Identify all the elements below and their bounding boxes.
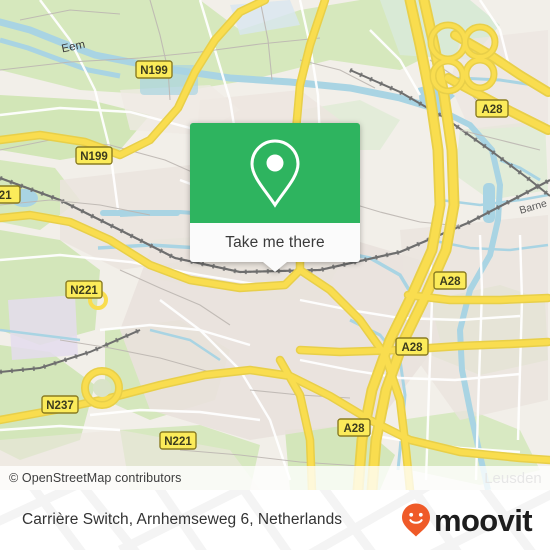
footer-bar: Carrière Switch, Arnhemseweg 6, Netherla…	[0, 490, 550, 550]
moovit-logo[interactable]: moovit	[400, 490, 533, 550]
road-shield-n221-edge: 221	[0, 185, 21, 204]
svg-text:N199: N199	[140, 65, 168, 77]
svg-text:N237: N237	[46, 400, 74, 412]
svg-text:N199: N199	[80, 151, 108, 163]
map-pin-icon	[250, 139, 300, 208]
svg-text:N221: N221	[70, 285, 98, 297]
attribution-text: © OpenStreetMap contributors	[9, 471, 182, 485]
svg-text:A28: A28	[481, 104, 503, 116]
road-shield-a28-mid: A28	[433, 271, 467, 290]
road-shield-n237: N237	[41, 395, 79, 414]
svg-text:A28: A28	[343, 423, 365, 435]
map-attribution: © OpenStreetMap contributors	[0, 466, 550, 490]
road-shield-a28-top: A28	[475, 99, 509, 118]
road-shield-a28-bottom: A28	[337, 418, 371, 437]
svg-text:A28: A28	[401, 342, 423, 354]
map-canvas[interactable]: N199 N199 221 N221	[0, 0, 550, 490]
map-screenshot: N199 N199 221 N221	[0, 0, 550, 550]
road-shield-a28-right: A28	[395, 337, 429, 356]
svg-text:A28: A28	[439, 276, 461, 288]
callout-image-area	[190, 123, 360, 223]
take-me-there-label: Take me there	[225, 233, 325, 251]
svg-text:N221: N221	[164, 436, 192, 448]
callout-pointer-tail	[263, 262, 287, 272]
road-shield-n221-bottom: N221	[159, 431, 197, 450]
moovit-wordmark: moovit	[433, 502, 533, 538]
moovit-smiley-pin-icon	[401, 503, 430, 537]
svg-text:221: 221	[0, 190, 12, 202]
callout-action-area[interactable]: Take me there	[190, 223, 360, 272]
road-shield-n199-left: N199	[75, 146, 113, 165]
road-shield-n221-left: N221	[65, 280, 103, 299]
road-shield-n199-top: N199	[135, 60, 173, 79]
location-callout-card[interactable]: Take me there	[190, 123, 360, 272]
address-text: Carrière Switch, Arnhemseweg 6, Netherla…	[22, 511, 343, 528]
location-address: Carrière Switch, Arnhemseweg 6, Netherla…	[22, 490, 342, 550]
